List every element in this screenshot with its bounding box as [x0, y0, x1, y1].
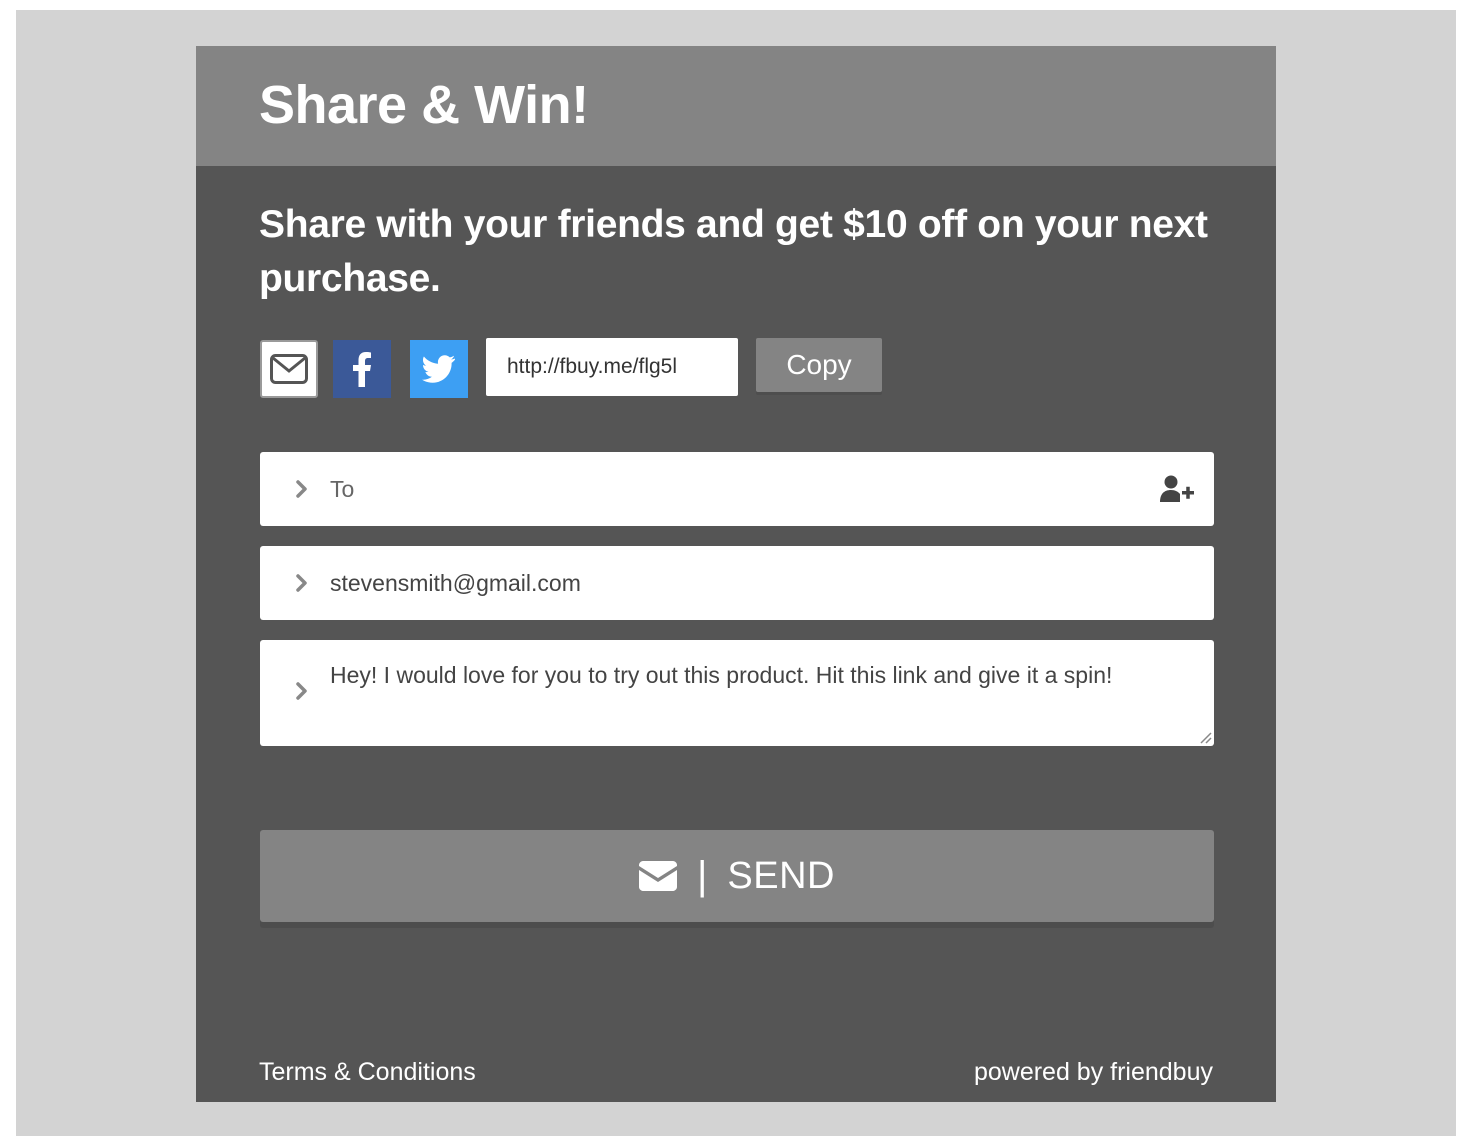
from-field[interactable]: [260, 546, 1214, 620]
send-label: SEND: [727, 854, 835, 897]
share-widget: Share & Win! Share with your friends and…: [196, 46, 1276, 1102]
facebook-icon: [353, 352, 371, 387]
envelope-icon: [270, 354, 308, 384]
send-button[interactable]: | SEND: [260, 830, 1214, 922]
widget-footer: Terms & Conditions powered by friendbuy: [196, 1052, 1276, 1102]
chevron-right-icon: [294, 681, 310, 701]
share-email-button[interactable]: [260, 340, 318, 398]
envelope-icon: [639, 861, 678, 891]
offer-description: Share with your friends and get $10 off …: [259, 203, 1208, 300]
to-input[interactable]: [330, 452, 1150, 526]
chevron-right-icon: [294, 479, 310, 499]
chevron-right-icon: [294, 573, 310, 593]
from-email-input[interactable]: [330, 546, 1150, 620]
twitter-icon: [422, 355, 455, 383]
to-field[interactable]: [260, 452, 1214, 526]
powered-by-link[interactable]: powered by friendbuy: [974, 1058, 1213, 1087]
message-textarea[interactable]: Hey! I would love for you to try out thi…: [330, 660, 1200, 740]
terms-link[interactable]: Terms & Conditions: [259, 1058, 476, 1087]
add-contact-icon[interactable]: [1160, 474, 1196, 504]
share-link-input[interactable]: [486, 338, 738, 396]
widget-title: Share & Win!: [259, 75, 589, 135]
widget-header: Share & Win!: [196, 46, 1276, 166]
share-facebook-button[interactable]: [333, 340, 391, 398]
send-separator: |: [697, 854, 708, 898]
share-twitter-button[interactable]: [410, 340, 468, 398]
message-field[interactable]: Hey! I would love for you to try out thi…: [260, 640, 1214, 746]
resize-grip-icon[interactable]: [1198, 730, 1212, 744]
copy-button[interactable]: Copy: [756, 338, 882, 392]
